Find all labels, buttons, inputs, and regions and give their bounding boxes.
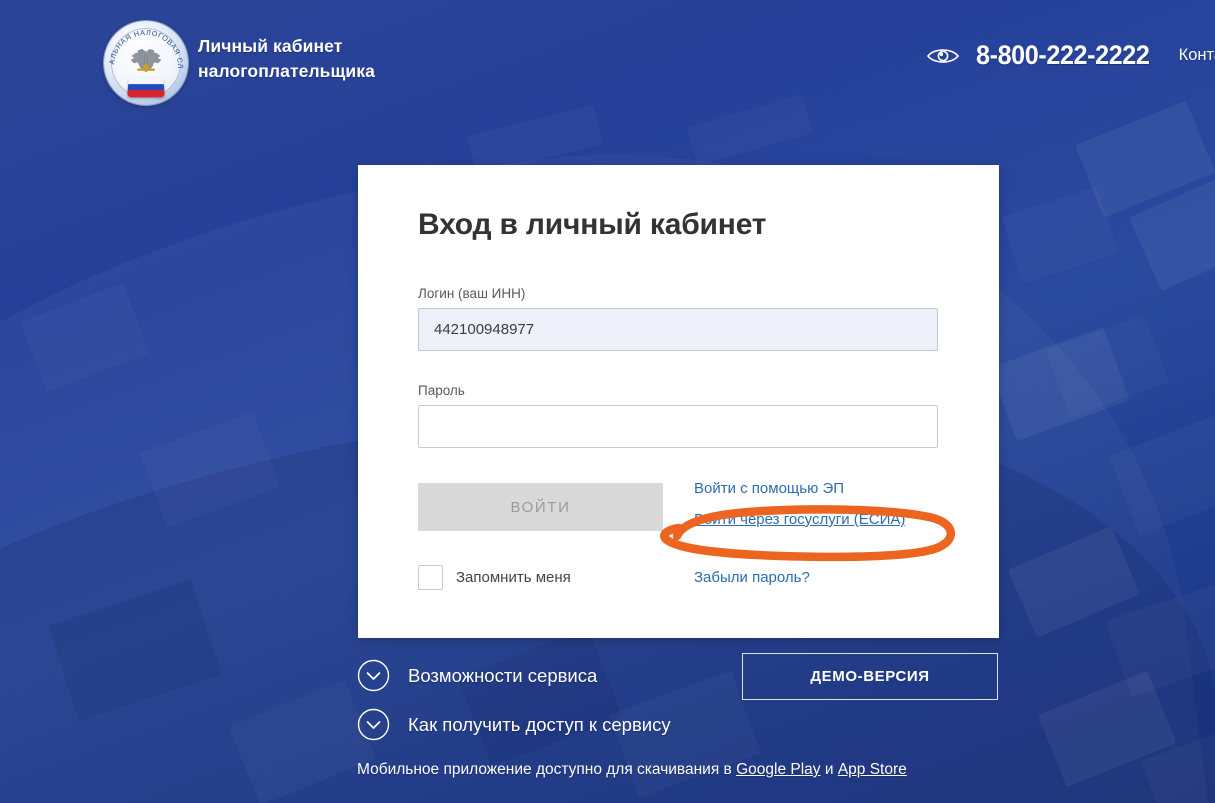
remember-me-checkbox[interactable] [418, 565, 443, 590]
background-rect [1002, 186, 1119, 283]
brand-title: Личный кабинет налогоплательщика [198, 34, 375, 84]
mobile-app-text-middle: и [820, 761, 838, 778]
brand-line-2: налогоплательщика [198, 61, 375, 81]
background-rect [1046, 314, 1169, 418]
remember-me-row: Запомнить меня [418, 565, 571, 590]
fns-emblem-icon: ФЕДЕРАЛЬНАЯ НАЛОГОВАЯ СЛУЖБА [104, 21, 188, 105]
russian-flag-icon [127, 77, 165, 98]
page-title: Вход в личный кабинет [418, 208, 767, 241]
background-rect [140, 412, 280, 528]
double-headed-eagle-icon [126, 46, 166, 78]
login-field-label: Логин (ваш ИНН) [418, 286, 526, 301]
background-rect [229, 680, 377, 803]
accordion-label: Как получить доступ к сервису [408, 713, 671, 735]
background-rect [1007, 526, 1141, 638]
alt-login-links: Войти с помощью ЭП Войти через госуслуги… [694, 480, 905, 528]
password-input[interactable] [418, 405, 938, 448]
remember-me-label: Запомнить меня [456, 569, 571, 586]
contact-phone[interactable]: 8-800-222-2222 [976, 40, 1150, 71]
google-play-link[interactable]: Google Play [736, 761, 820, 778]
app-store-link[interactable]: App Store [838, 761, 907, 778]
brand-line-1: Личный кабинет [198, 36, 343, 56]
login-input[interactable] [418, 308, 938, 351]
login-with-eds-link[interactable]: Войти с помощью ЭП [694, 480, 905, 497]
background-rect [20, 283, 150, 392]
login-card: Вход в личный кабинет Логин (ваш ИНН) Па… [358, 165, 999, 638]
eye-icon[interactable] [926, 44, 960, 68]
accordion-label: Возможности сервиса [408, 664, 598, 686]
background-rect [457, 628, 623, 767]
chevron-down-circle-icon [357, 708, 390, 741]
background-rect [1105, 583, 1215, 698]
login-via-esia-link[interactable]: Войти через госуслуги (ЕСИА) [694, 511, 905, 528]
background-rect [1128, 169, 1215, 291]
contact-center-label: Контакт-ц [1178, 46, 1215, 64]
background-rect [1037, 670, 1177, 788]
site-header: ФЕДЕРАЛЬНАЯ НАЛОГОВАЯ СЛУЖБА [0, 0, 1215, 125]
fns-logo[interactable]: ФЕДЕРАЛЬНАЯ НАЛОГОВАЯ СЛУЖБА [104, 21, 188, 105]
mobile-app-note: Мобильное приложение доступно для скачив… [357, 761, 907, 779]
mobile-app-text-before: Мобильное приложение доступно для скачив… [357, 761, 737, 778]
background-rect [990, 326, 1130, 442]
login-submit-button[interactable]: ВОЙТИ [418, 483, 663, 531]
accordion-how-to-get-access[interactable]: Как получить доступ к сервису [357, 708, 671, 741]
background-rect [1141, 723, 1215, 803]
password-field-label: Пароль [418, 383, 465, 398]
page-root: ФЕДЕРАЛЬНАЯ НАЛОГОВАЯ СЛУЖБА [0, 0, 1215, 803]
demo-version-button[interactable]: ДЕМО-ВЕРСИЯ [742, 653, 998, 700]
background-rect [1109, 410, 1215, 536]
forgot-password-link[interactable]: Забыли пароль? [694, 569, 810, 586]
background-rect [48, 579, 222, 721]
chevron-down-circle-icon [357, 659, 390, 692]
header-utilities: 8-800-222-2222 Контакт-ц [926, 40, 1215, 71]
accordion-service-features[interactable]: Возможности сервиса [357, 659, 597, 692]
